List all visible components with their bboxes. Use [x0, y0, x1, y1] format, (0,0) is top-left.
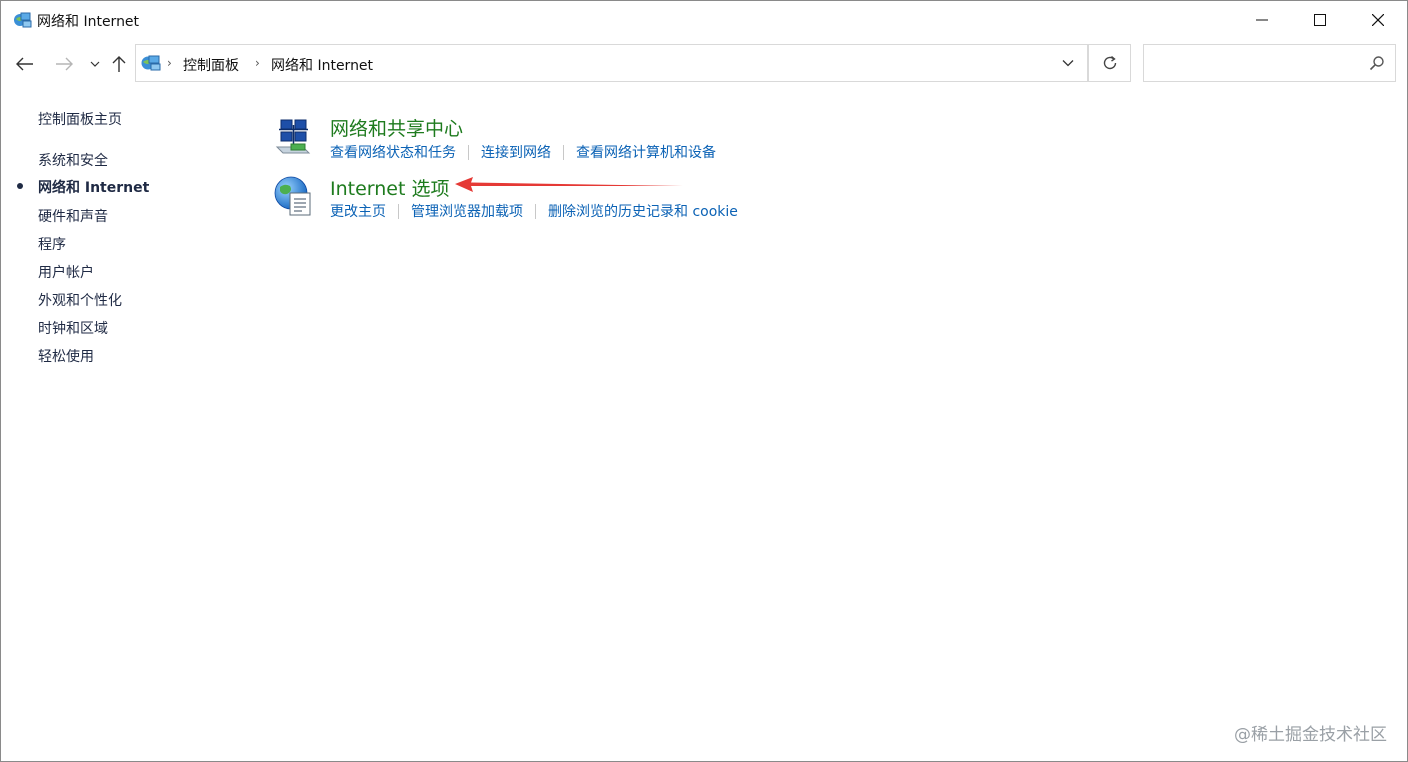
search-box[interactable]	[1143, 44, 1396, 82]
sidebar-item-system-security[interactable]: 系统和安全	[38, 150, 108, 170]
chevron-right-icon[interactable]: ›	[167, 56, 172, 70]
link-separator	[563, 144, 564, 160]
sidebar-item-hardware-sound[interactable]: 硬件和声音	[38, 206, 108, 226]
chevron-down-icon	[90, 61, 100, 67]
link-separator	[398, 203, 399, 219]
breadcrumb-network-internet[interactable]: 网络和 Internet	[271, 55, 373, 75]
address-bar[interactable]: › 控制面板 › 网络和 Internet	[135, 44, 1088, 82]
category-title-network-sharing[interactable]: 网络和共享中心	[330, 114, 463, 141]
recent-locations-button[interactable]	[84, 51, 106, 77]
sidebar-item-appearance[interactable]: 外观和个性化	[38, 290, 122, 310]
minimize-button[interactable]	[1233, 1, 1291, 39]
link-separator	[535, 203, 536, 219]
title-bar: 网络和 Internet	[1, 1, 1407, 39]
sidebar-item-clock-region[interactable]: 时钟和区域	[38, 318, 108, 338]
sidebar-item-control-panel-home[interactable]: 控制面板主页	[38, 109, 122, 129]
maximize-button[interactable]	[1291, 1, 1349, 39]
up-button[interactable]	[108, 51, 130, 77]
watermark-text: @稀土掘金技术社区	[1234, 725, 1387, 745]
search-input[interactable]	[1150, 51, 1360, 75]
internet-options-globe-icon[interactable]	[273, 175, 315, 217]
category-links-internet-options: 更改主页 管理浏览器加载项 删除浏览的历史记录和 cookie	[330, 201, 738, 221]
link-view-network-status[interactable]: 查看网络状态和任务	[330, 142, 456, 162]
address-dropdown-button[interactable]	[1056, 53, 1080, 73]
control-panel-network-icon	[139, 53, 161, 73]
category-links-network-sharing: 查看网络状态和任务 连接到网络 查看网络计算机和设备	[330, 142, 716, 162]
search-icon[interactable]	[1369, 55, 1385, 71]
maximize-icon	[1314, 14, 1326, 26]
link-separator	[468, 144, 469, 160]
category-title-internet-options[interactable]: Internet 选项	[330, 174, 449, 201]
arrow-left-icon	[16, 57, 33, 71]
link-manage-addons[interactable]: 管理浏览器加载项	[411, 201, 523, 221]
forward-button[interactable]	[53, 51, 75, 77]
close-icon	[1372, 14, 1384, 26]
minimize-icon	[1256, 19, 1268, 21]
window-title: 网络和 Internet	[37, 14, 140, 30]
link-change-home-page[interactable]: 更改主页	[330, 201, 386, 221]
link-connect-network[interactable]: 连接到网络	[481, 142, 551, 162]
chevron-right-icon[interactable]: ›	[255, 56, 260, 70]
link-delete-history-cookies[interactable]: 删除浏览的历史记录和 cookie	[548, 201, 738, 221]
sidebar-item-user-accounts[interactable]: 用户帐户	[38, 262, 94, 282]
chevron-down-icon	[1062, 60, 1074, 67]
breadcrumb-control-panel[interactable]: 控制面板	[183, 55, 239, 75]
sidebar-item-network-internet[interactable]: 网络和 Internet	[38, 177, 149, 197]
active-bullet	[17, 183, 23, 189]
sidebar-item-ease-of-access[interactable]: 轻松使用	[38, 346, 94, 366]
back-button[interactable]	[14, 51, 36, 77]
refresh-button[interactable]	[1088, 44, 1131, 82]
control-panel-window: 网络和 Internet › 控制面板 › 网络和 Internet 控制面板主…	[0, 0, 1408, 762]
arrow-right-icon	[56, 57, 73, 71]
arrow-up-icon	[112, 56, 126, 72]
close-button[interactable]	[1349, 1, 1407, 39]
annotation-arrow-icon	[455, 177, 683, 192]
sidebar-item-programs[interactable]: 程序	[38, 234, 66, 254]
control-panel-network-icon	[12, 10, 32, 30]
link-view-network-computers[interactable]: 查看网络计算机和设备	[576, 142, 716, 162]
network-sharing-center-icon[interactable]	[273, 117, 315, 159]
refresh-icon	[1103, 55, 1116, 70]
